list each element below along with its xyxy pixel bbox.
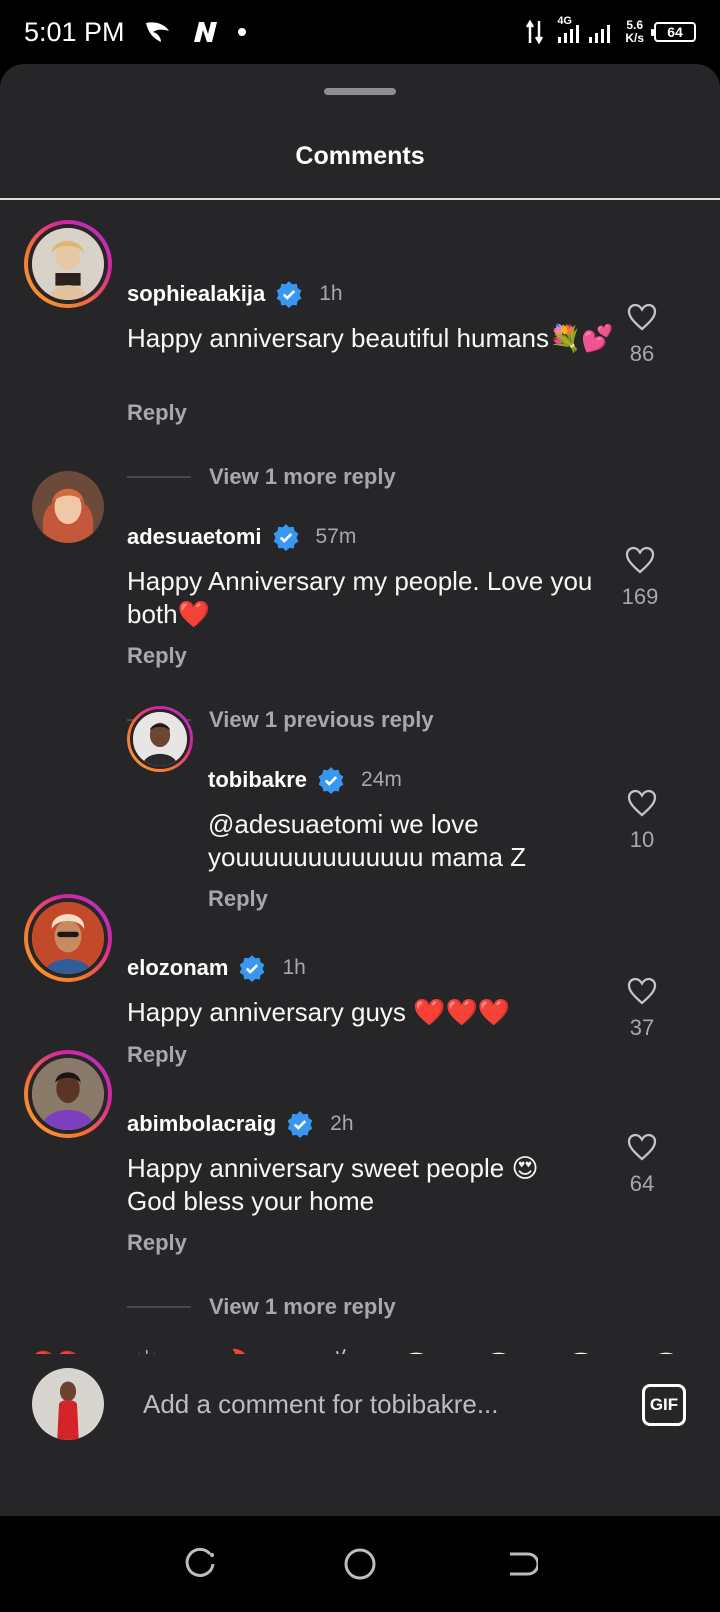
comment-time: 2h: [330, 1112, 354, 1135]
comment-composer: GIF: [0, 1354, 720, 1454]
comment-text: Happy Anniversary my people. Love you bo…: [127, 566, 593, 629]
avatar[interactable]: [127, 706, 193, 772]
comment-text: @adesuaetomi we love youuuuuuuuuuuuu mam…: [208, 809, 527, 872]
verified-badge-icon: [287, 1111, 313, 1138]
like-count: 86: [629, 341, 655, 366]
like-button[interactable]: 37: [612, 976, 672, 1041]
verified-badge-icon: [318, 767, 344, 794]
status-bar: 5:01 PM 4G 5.6 K/s 64: [0, 0, 720, 64]
my-avatar[interactable]: [32, 1368, 104, 1440]
comment-username[interactable]: adesuaetomi: [127, 524, 262, 550]
recent-apps-icon[interactable]: [182, 1546, 218, 1582]
comment-username[interactable]: sophiealakija: [127, 281, 265, 307]
comments-sheet: Comments sophiealakija 1h Happy annivers…: [0, 64, 720, 1516]
like-count: 64: [629, 1171, 655, 1196]
comment-username[interactable]: tobibakre: [208, 767, 307, 793]
reply-button[interactable]: Reply: [127, 1230, 187, 1256]
back-icon[interactable]: [502, 1546, 538, 1582]
comment-text: Happy anniversary guys ❤️❤️❤️: [127, 997, 511, 1027]
view-replies-link[interactable]: View 1 more reply: [127, 1294, 396, 1320]
status-time: 5:01 PM: [24, 16, 125, 47]
dot-indicator-icon: [237, 28, 246, 36]
gif-button[interactable]: GIF: [642, 1384, 686, 1426]
like-button[interactable]: 169: [610, 545, 670, 610]
battery-icon: 64: [651, 22, 696, 42]
reply-button[interactable]: Reply: [127, 1042, 187, 1068]
heart-icon: [627, 789, 657, 817]
verified-badge-icon: [276, 281, 302, 308]
n-app-icon: [193, 22, 217, 42]
view-replies-link[interactable]: View 1 more reply: [127, 464, 396, 490]
avatar[interactable]: [24, 220, 112, 308]
sheet-title: Comments: [295, 142, 425, 170]
comment-time: 57m: [315, 525, 357, 548]
comment-text: Happy anniversary sweet people 😍 God ble…: [127, 1153, 539, 1216]
app-notification-icon: [145, 22, 169, 42]
like-button[interactable]: 86: [612, 302, 672, 367]
comment-username[interactable]: abimbolacraig: [127, 1111, 276, 1137]
avatar[interactable]: [24, 894, 112, 982]
reply-button[interactable]: Reply: [127, 643, 187, 669]
avatar[interactable]: [24, 1050, 112, 1138]
like-button[interactable]: 64: [612, 1132, 672, 1197]
verified-badge-icon: [273, 524, 298, 551]
heart-icon: [627, 1133, 657, 1161]
comment-time: 1h: [282, 956, 306, 979]
reply-button[interactable]: Reply: [127, 400, 187, 426]
like-count: 169: [621, 584, 659, 609]
network-speed: 5.6 K/s: [625, 18, 644, 45]
signal-bars-icon: [558, 25, 611, 43]
avatar[interactable]: [32, 471, 104, 543]
heart-icon: [627, 303, 657, 331]
heart-icon: [627, 977, 657, 1005]
comment-time: 24m: [361, 768, 402, 791]
data-transfer-icon: [526, 19, 544, 45]
comment-username[interactable]: elozonam: [127, 955, 228, 981]
verified-badge-icon: [240, 955, 265, 982]
like-button[interactable]: 10: [612, 788, 672, 853]
drag-handle[interactable]: [324, 88, 396, 95]
like-count: 10: [629, 827, 655, 852]
reply-button[interactable]: Reply: [208, 886, 268, 912]
comment-time: 1h: [319, 282, 343, 305]
home-icon[interactable]: [342, 1546, 378, 1582]
system-nav-bar: [0, 1516, 720, 1612]
heart-icon: [625, 546, 655, 574]
title-divider: [0, 198, 720, 200]
network-signal: 4G: [555, 15, 615, 45]
like-count: 37: [629, 1015, 655, 1040]
comment-text: Happy anniversary beautiful humans💐💕: [127, 323, 614, 353]
comment-input[interactable]: [143, 1384, 603, 1424]
